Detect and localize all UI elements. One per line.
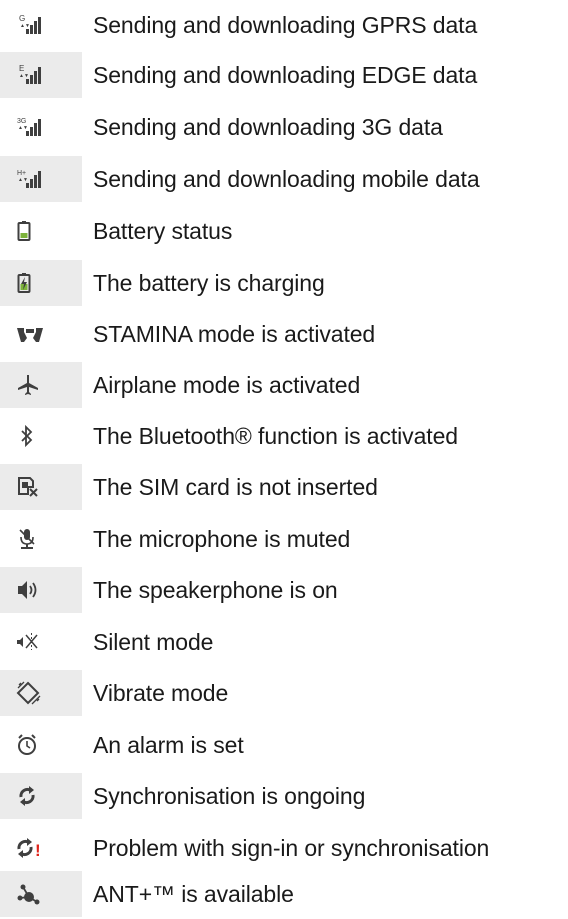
row-description: Synchronisation is ongoing xyxy=(93,783,366,809)
airplane-icon xyxy=(18,375,38,395)
row-description: Sending and downloading GPRS data xyxy=(93,12,478,38)
table-row: The Bluetooth® function is activated xyxy=(0,413,568,459)
gprs-data-icon: G ▲▼ xyxy=(19,14,41,34)
table-row: STAMINA mode is activated xyxy=(0,311,568,357)
row-description: The microphone is muted xyxy=(93,526,351,552)
row-description: Problem with sign-in or synchronisation xyxy=(93,835,490,861)
row-description: ANT+™ is available xyxy=(93,881,294,907)
3g-data-icon: 3G ▲▼ xyxy=(17,118,41,136)
table-row: 3G ▲▼ Sending and downloading 3G data xyxy=(0,104,568,150)
svg-text:▲▼: ▲▼ xyxy=(18,125,28,131)
svg-text:E: E xyxy=(19,64,24,73)
table-row: H+ ▲▼ Sending and downloading mobile dat… xyxy=(0,156,568,202)
icon-cell xyxy=(0,670,82,716)
icon-cell: E ▲▼ xyxy=(0,52,82,98)
icon-cell xyxy=(0,516,82,562)
icon-cell xyxy=(0,722,82,768)
battery-icon xyxy=(17,221,31,241)
row-description: Sending and downloading mobile data xyxy=(93,166,480,192)
icon-cell xyxy=(0,619,82,665)
row-description: An alarm is set xyxy=(93,732,244,758)
row-description: The battery is charging xyxy=(93,270,325,296)
table-row: ! Problem with sign-in or synchronisatio… xyxy=(0,825,568,871)
row-description: Sending and downloading EDGE data xyxy=(93,62,478,88)
table-row: An alarm is set xyxy=(0,722,568,768)
no-sim-icon xyxy=(18,477,38,497)
speakerphone-icon xyxy=(18,581,37,599)
mic-muted-icon xyxy=(19,529,35,549)
row-description: STAMINA mode is activated xyxy=(93,321,376,347)
icon-cell xyxy=(0,208,82,254)
table-row: The battery is charging xyxy=(0,260,568,306)
svg-text:▲▼: ▲▼ xyxy=(20,23,30,29)
table-row: E ▲▼ Sending and downloading EDGE data xyxy=(0,52,568,98)
row-description: The SIM card is not inserted xyxy=(93,474,378,500)
edge-data-icon: E ▲▼ xyxy=(19,64,41,84)
row-description: Sending and downloading 3G data xyxy=(93,114,443,140)
icon-cell: 3G ▲▼ xyxy=(0,104,82,150)
row-description: The speakerphone is on xyxy=(93,577,338,603)
svg-text:3G: 3G xyxy=(17,118,26,125)
row-description: Vibrate mode xyxy=(93,680,229,706)
icon-cell xyxy=(0,464,82,510)
silent-mode-icon xyxy=(17,633,38,650)
icon-cell xyxy=(0,362,82,408)
table-row: The microphone is muted xyxy=(0,516,568,562)
icon-cell xyxy=(0,311,82,357)
row-description: Silent mode xyxy=(93,629,214,655)
table-row: The speakerphone is on xyxy=(0,567,568,613)
icon-cell xyxy=(0,260,82,306)
bluetooth-icon xyxy=(21,424,33,448)
alarm-icon xyxy=(18,734,36,755)
mobile-data-icon: H+ ▲▼ xyxy=(17,170,41,188)
battery-charging-icon xyxy=(17,273,31,293)
icon-cell xyxy=(0,413,82,459)
sync-icon xyxy=(19,786,35,806)
svg-text:!: ! xyxy=(35,841,41,860)
row-description: The Bluetooth® function is activated xyxy=(93,423,458,449)
table-row: Synchronisation is ongoing xyxy=(0,773,568,819)
table-row: Silent mode xyxy=(0,619,568,665)
table-row: ANT+™ is available xyxy=(0,871,568,917)
icon-cell: ! xyxy=(0,825,82,871)
row-description: Battery status xyxy=(93,218,233,244)
status-icon-table: G ▲▼ Sending and downloading GPRS data E… xyxy=(0,0,568,919)
table-row: Vibrate mode xyxy=(0,670,568,716)
icon-cell xyxy=(0,567,82,613)
vibrate-icon xyxy=(16,681,41,705)
table-row: Battery status xyxy=(0,208,568,254)
icon-cell: H+ ▲▼ xyxy=(0,156,82,202)
table-row: The SIM card is not inserted xyxy=(0,464,568,510)
svg-text:▲▼: ▲▼ xyxy=(18,177,28,183)
svg-text:H+: H+ xyxy=(17,170,26,177)
row-description: Airplane mode is activated xyxy=(93,372,361,398)
svg-text:▲▼: ▲▼ xyxy=(19,73,29,79)
sync-problem-icon: ! xyxy=(17,838,41,860)
icon-cell: G ▲▼ xyxy=(0,2,82,48)
ant-plus-icon xyxy=(17,884,40,905)
icon-cell xyxy=(0,871,82,917)
stamina-icon xyxy=(17,328,43,342)
icon-cell xyxy=(0,773,82,819)
table-row: G ▲▼ Sending and downloading GPRS data xyxy=(0,2,568,48)
table-row: Airplane mode is activated xyxy=(0,362,568,408)
svg-text:G: G xyxy=(19,14,25,23)
